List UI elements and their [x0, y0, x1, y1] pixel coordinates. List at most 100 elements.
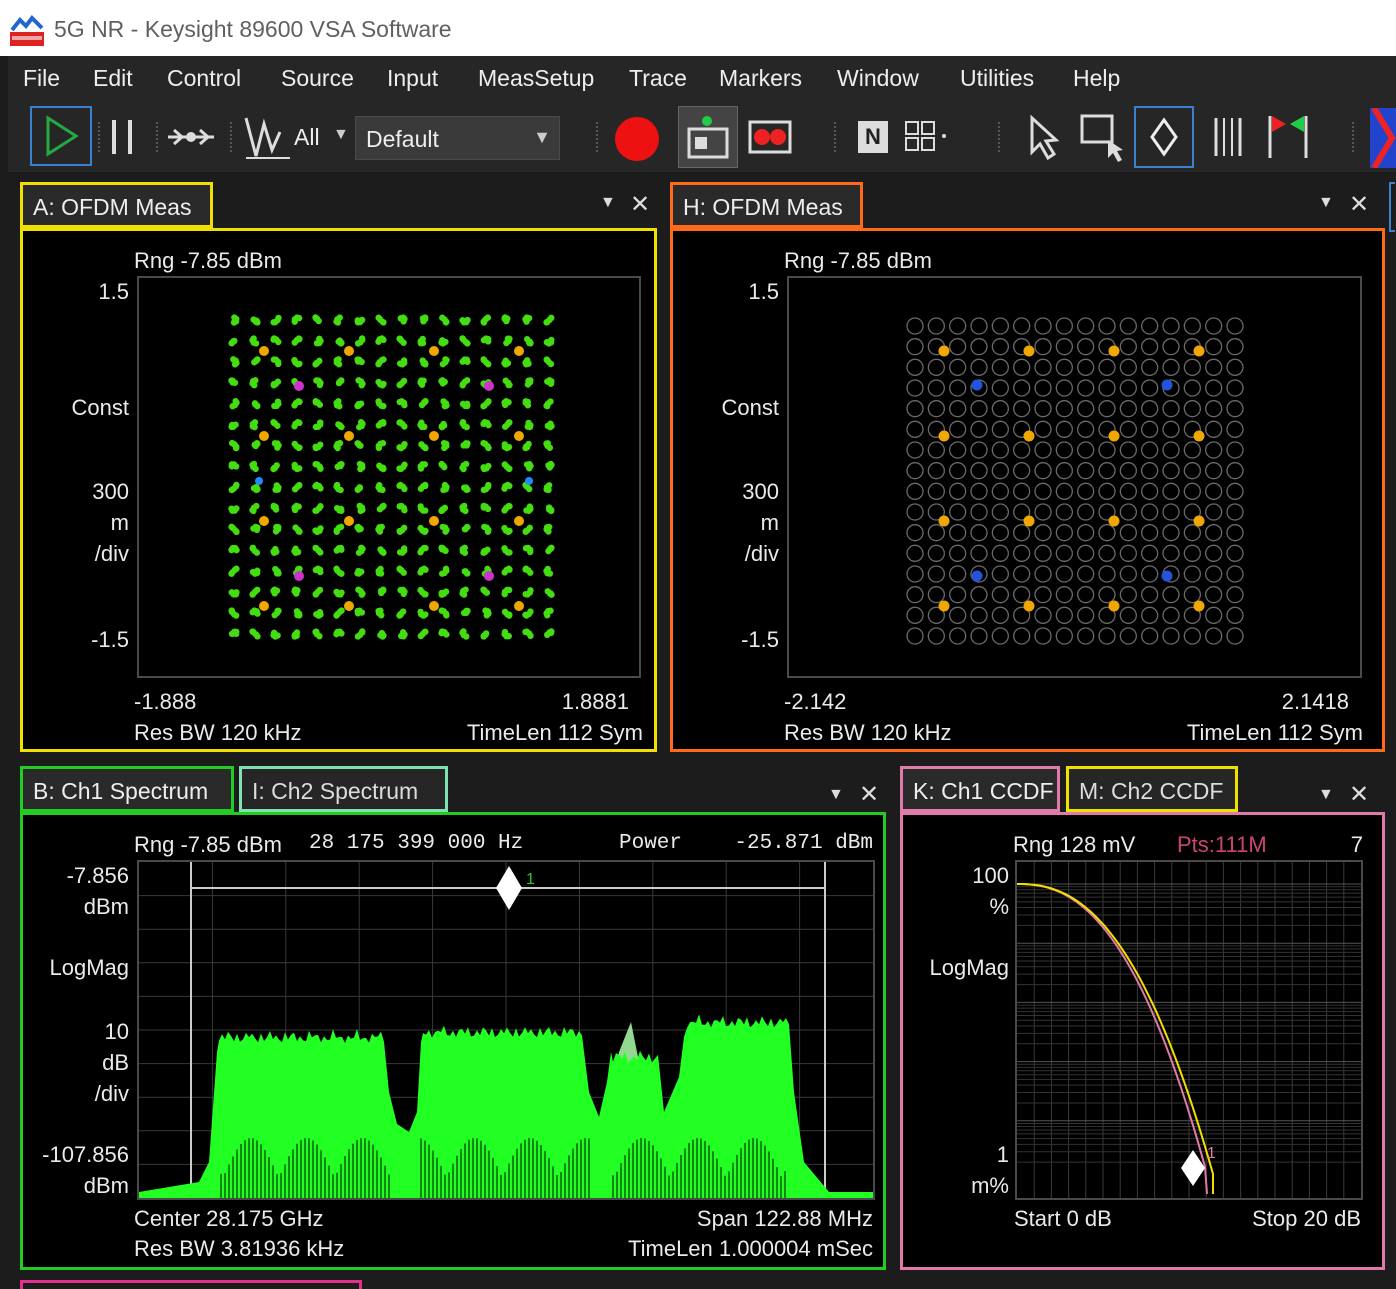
- close-icon[interactable]: ✕: [859, 780, 879, 809]
- const-ref-point: [1013, 441, 1031, 459]
- const-ref-point: [1141, 503, 1159, 521]
- const-point: [380, 356, 387, 363]
- panel-a-format[interactable]: Const: [43, 395, 129, 421]
- menu-source[interactable]: Source: [281, 65, 354, 92]
- const-point: [252, 442, 259, 450]
- chevron-down-icon[interactable]: ▼: [828, 786, 844, 804]
- menu-window[interactable]: Window: [837, 65, 919, 92]
- const-point: [377, 607, 384, 614]
- const-ref-point: [906, 586, 924, 604]
- const-point: [337, 505, 345, 513]
- run-button[interactable]: [30, 106, 92, 166]
- const-ref-point: [1226, 565, 1244, 583]
- playback-icon[interactable]: [746, 118, 794, 156]
- tab-b-ch1-spectrum[interactable]: B: Ch1 Spectrum: [20, 766, 234, 812]
- const-point: [527, 587, 534, 594]
- const-ref-point: [1077, 462, 1095, 480]
- panel-b-res-bw: Res BW 3.81936 kHz: [134, 1236, 345, 1261]
- const-point: [396, 419, 403, 426]
- layout-icon[interactable]: [904, 118, 952, 156]
- tab-h-ofdm-meas[interactable]: H: OFDM Meas: [670, 182, 863, 228]
- const-ref-point: [1205, 482, 1223, 500]
- capture-button[interactable]: [678, 106, 738, 168]
- tab-next-panel[interactable]: [20, 1280, 362, 1289]
- chevron-down-icon[interactable]: ▼: [333, 126, 349, 144]
- tab-m-ch2-ccdf[interactable]: M: Ch2 CCDF: [1066, 766, 1238, 812]
- panel-h-plot-area[interactable]: [787, 276, 1362, 678]
- const-point: [419, 335, 426, 343]
- const-point: [396, 381, 403, 389]
- single-step-icon[interactable]: [166, 120, 216, 154]
- pause-icon[interactable]: [106, 112, 142, 162]
- close-icon[interactable]: ✕: [1349, 190, 1369, 219]
- const-point: [460, 442, 467, 449]
- menu-file[interactable]: File: [23, 65, 60, 92]
- menu-meassetup[interactable]: MeasSetup: [478, 65, 594, 92]
- chevron-down-icon[interactable]: ▼: [1318, 786, 1334, 804]
- tab-a-ofdm-meas[interactable]: A: OFDM Meas: [20, 182, 213, 228]
- menu-control[interactable]: Control: [167, 65, 241, 92]
- const-ref-point: [1077, 420, 1095, 438]
- const-point: [525, 360, 532, 367]
- const-ref-point: [1119, 462, 1137, 480]
- panel-h-format[interactable]: Const: [693, 395, 779, 421]
- const-point: [1023, 600, 1035, 612]
- const-point: [232, 398, 239, 405]
- const-ref-point: [991, 565, 1009, 583]
- flag-marker-icon[interactable]: [1262, 110, 1316, 164]
- trace-select-label[interactable]: All: [294, 124, 320, 151]
- const-ref-point: [1183, 627, 1201, 645]
- const-ref-point: [1226, 606, 1244, 624]
- preset-combo[interactable]: Default ▼: [355, 116, 560, 160]
- menu-utilities[interactable]: Utilities: [960, 65, 1034, 92]
- const-point: [522, 611, 529, 618]
- panel-b-scale-unit: dB: [102, 1050, 129, 1075]
- menu-help[interactable]: Help: [1073, 65, 1120, 92]
- chevron-down-icon[interactable]: ▼: [533, 127, 551, 148]
- const-ref-point: [991, 524, 1009, 542]
- const-ref-point: [1034, 420, 1052, 438]
- const-point: [1023, 430, 1035, 442]
- menu-input[interactable]: Input: [387, 65, 438, 92]
- const-point: [232, 612, 240, 619]
- const-point: [545, 528, 552, 535]
- menu-markers[interactable]: Markers: [719, 65, 802, 92]
- const-ref-point: [1205, 338, 1223, 356]
- const-point: [354, 340, 362, 347]
- chevron-down-icon[interactable]: ▼: [1318, 194, 1334, 212]
- const-ref-point: [1141, 379, 1159, 397]
- close-icon[interactable]: ✕: [1349, 780, 1369, 809]
- pointer-icon[interactable]: [1024, 114, 1064, 162]
- band-marker-icon[interactable]: [1208, 112, 1248, 162]
- record-icon[interactable]: [612, 114, 662, 164]
- tab-i-ch2-spectrum[interactable]: I: Ch2 Spectrum: [239, 766, 448, 812]
- marker-diamond-icon[interactable]: [496, 866, 522, 910]
- const-point: [938, 345, 950, 357]
- zoom-box-icon[interactable]: [1078, 110, 1128, 164]
- menu-trace[interactable]: Trace: [629, 65, 687, 92]
- const-ref-point: [949, 420, 967, 438]
- tab-k-ch1-ccdf[interactable]: K: Ch1 CCDF: [900, 766, 1060, 812]
- menu-edit[interactable]: Edit: [93, 65, 133, 92]
- panel-k-plot-area[interactable]: 1: [1015, 860, 1363, 1200]
- const-ref-point: [906, 606, 924, 624]
- const-ref-point: [970, 358, 988, 376]
- panel-a-plot-area[interactable]: [137, 276, 641, 678]
- const-ref-point: [949, 524, 967, 542]
- chevron-down-icon[interactable]: ▼: [600, 194, 616, 212]
- marker-button[interactable]: [1134, 106, 1194, 168]
- panel-b-plot-area[interactable]: 1: [137, 860, 875, 1200]
- const-point: [344, 431, 354, 441]
- const-ref-point: [927, 565, 945, 583]
- trace-select-icon[interactable]: [242, 110, 294, 164]
- normalize-icon[interactable]: N: [858, 121, 888, 153]
- panel-k-format[interactable]: LogMag: [909, 955, 1009, 981]
- close-icon[interactable]: ✕: [630, 190, 650, 219]
- const-ref-point: [970, 606, 988, 624]
- const-point: [417, 503, 424, 510]
- const-point: [505, 419, 513, 426]
- const-point: [938, 430, 950, 442]
- const-ref-point: [1034, 544, 1052, 562]
- panel-b-format[interactable]: LogMag: [29, 955, 129, 981]
- const-point: [317, 465, 324, 472]
